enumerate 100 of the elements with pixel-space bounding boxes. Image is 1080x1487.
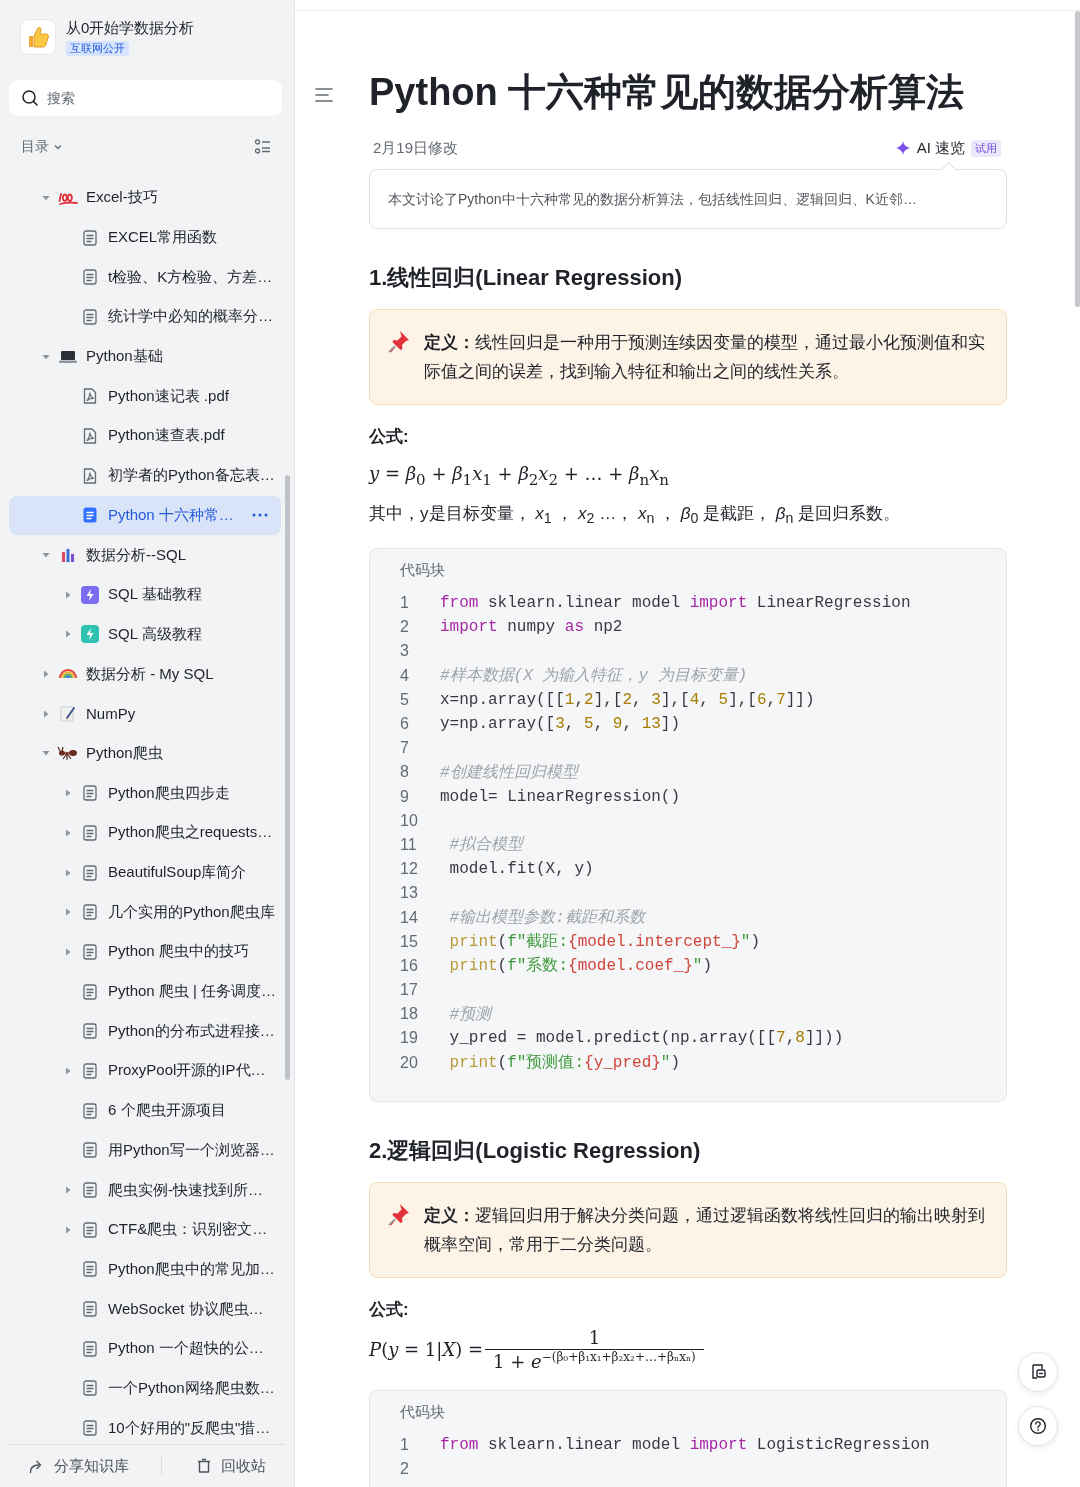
tree-item[interactable]: SQL 基础教程 (9, 574, 281, 615)
tree-item[interactable]: Python爬虫之requests… (9, 813, 281, 853)
document-icon (81, 784, 99, 803)
menu-icon[interactable] (315, 87, 333, 103)
line-number: 4 (400, 666, 410, 685)
line-number: 15 (400, 932, 419, 951)
tree-item[interactable]: 6 个爬虫开源项目 (9, 1090, 281, 1131)
tree-item[interactable]: EXCEL常用函数 (9, 217, 281, 258)
tree-item[interactable]: Python爬虫中的常见加… (9, 1249, 281, 1290)
comment-button[interactable] (1018, 1352, 1058, 1392)
document-title: Python 十六种常见的数据分析算法 (369, 70, 965, 115)
tree-item[interactable]: 数据分析--SQL (9, 535, 281, 575)
tree-item[interactable]: 用Python写一个浏览器… (9, 1130, 281, 1171)
tree-item[interactable]: Python 十六种常… (9, 495, 281, 536)
line-number: 14 (400, 908, 419, 927)
pdf-file-icon (81, 387, 99, 406)
document-icon (81, 823, 99, 842)
pushpin-icon (386, 328, 412, 354)
tree-item[interactable]: 10个好用的"反爬虫"措… (9, 1408, 281, 1444)
code-block-label: 代码块 (400, 560, 445, 580)
line-number: 3 (400, 642, 410, 661)
callout-text: 定义：线性回归是一种用于预测连续因变量的模型，通过最小化预测值和实际值之间的误差，找到输入特征和输出之间的线性关系。 (424, 332, 986, 383)
tree-item[interactable]: SQL 高级教程 (9, 614, 281, 655)
ai-overview-button[interactable]: AI 速览 试用 (894, 138, 1001, 158)
space-title: 从0开始学数据分析 (66, 18, 195, 38)
tree-item[interactable]: CTF&爬虫：识别密文… (9, 1209, 281, 1250)
document-icon (81, 1300, 99, 1319)
tree-item[interactable]: Python 爬虫中的技巧 (9, 932, 281, 972)
tree-item[interactable]: WebSocket 协议爬虫… (9, 1289, 281, 1329)
document-icon (81, 268, 99, 287)
code-line: print(f"系数:{model.coef_}") (448, 955, 713, 977)
share-button[interactable]: 分享知识库 (22, 1452, 136, 1480)
callout-text: 定义：逻辑回归用于解决分类问题，通过逻辑函数将线性回归的输出映射到概率空间，常用于二分类问题。 (424, 1204, 986, 1256)
tree-item[interactable]: Python的分布式进程接… (9, 1011, 281, 1052)
formula-label: 公式: (369, 1298, 409, 1321)
document-icon (81, 1379, 99, 1398)
list-icon[interactable] (253, 137, 273, 157)
tree-item[interactable]: Python爬虫 (9, 733, 281, 774)
tree-item[interactable]: 爬虫实例-快速找到所… (9, 1170, 281, 1210)
code-line: from sklearn.linear model import LogisticRegression (440, 1435, 930, 1454)
tree-item[interactable]: Python 爬虫 | 任务调度… (9, 971, 281, 1012)
rainbow-icon (59, 669, 77, 680)
code-line: print(f"截距:{model.intercept_}") (448, 932, 761, 953)
line-number: 11 (400, 835, 418, 854)
document-icon (81, 506, 99, 525)
line-number: 20 (400, 1053, 419, 1072)
help-icon (1029, 1417, 1047, 1435)
tree-item[interactable]: BeautifulSoup库简介 (9, 852, 281, 893)
section-heading: 2.逻辑回归(Logistic Regression) (369, 1136, 701, 1165)
tree-item[interactable]: Python速记表 .pdf (9, 376, 281, 417)
tree-item[interactable]: 统计学中必知的概率分… (9, 297, 281, 337)
trial-badge: 试用 (971, 139, 1001, 157)
document-icon (81, 307, 99, 326)
search-icon (21, 89, 39, 107)
code-line: import numpy as np2 (440, 618, 623, 637)
tree-item[interactable]: NumPy (9, 693, 281, 734)
document-icon (81, 1022, 99, 1041)
document-icon (81, 903, 99, 922)
document-icon (81, 1061, 99, 1080)
tree-item[interactable]: Excel-技巧 (9, 178, 281, 218)
document-icon (81, 1101, 99, 1120)
line-number: 18 (400, 1005, 419, 1024)
tree-item[interactable]: 数据分析 - My SQL (9, 654, 281, 694)
toc-dropdown[interactable]: 目录 (21, 138, 64, 156)
help-button[interactable] (1018, 1406, 1058, 1446)
tree-item[interactable]: Python速查表.pdf (9, 416, 281, 456)
line-number: 1 (400, 1435, 410, 1454)
line-number: 7 (400, 739, 410, 758)
code-line: #创建线性回归模型 (440, 762, 578, 783)
tree-item[interactable]: Python 一个超快的公… (9, 1328, 281, 1369)
line-number: 8 (400, 763, 410, 782)
line-number: 9 (400, 787, 410, 806)
document-icon (81, 942, 99, 961)
tree-item[interactable]: Python爬虫四步走 (9, 773, 281, 813)
sparkle-icon (894, 140, 911, 156)
document-icon (81, 1141, 99, 1160)
ant-icon (57, 744, 79, 763)
line-number: 2 (400, 1460, 410, 1478)
document-icon (81, 1220, 99, 1239)
code-line: print(f"预测值:{y_pred}") (448, 1053, 681, 1074)
scrollbar[interactable] (285, 475, 290, 1080)
modified-date: 2月19日修改 (372, 138, 459, 158)
tree-item[interactable]: 一个Python网络爬虫数… (9, 1368, 281, 1409)
line-number: 19 (400, 1029, 419, 1048)
search-field[interactable]: 搜索 (9, 80, 282, 116)
line-number: 13 (400, 884, 419, 903)
tree-item[interactable]: ProxyPool开源的IP代… (9, 1051, 281, 1091)
tree-item[interactable]: t检验、K方检验、方差… (9, 257, 281, 298)
comment-icon (1029, 1363, 1047, 1381)
document-icon (81, 1419, 99, 1438)
tree-item[interactable]: 几个实用的Python爬虫库 (9, 892, 281, 933)
more-icon[interactable] (251, 512, 269, 519)
code-line: from sklearn.linear model import LinearRegression (440, 594, 911, 613)
memo-pencil-icon (58, 703, 78, 724)
summary-text: 本文讨论了Python中十六种常见的数据分析算法，包括线性回归、逻辑回归、K近邻… (388, 190, 917, 209)
scrollbar[interactable] (1075, 11, 1080, 307)
tree-item[interactable]: 初学者的Python备忘表… (9, 455, 281, 496)
code-line: #拟合模型 (448, 834, 524, 856)
tree-item[interactable]: Python基础 (9, 336, 281, 377)
recycle-bin-button[interactable]: 回收站 (188, 1452, 272, 1480)
